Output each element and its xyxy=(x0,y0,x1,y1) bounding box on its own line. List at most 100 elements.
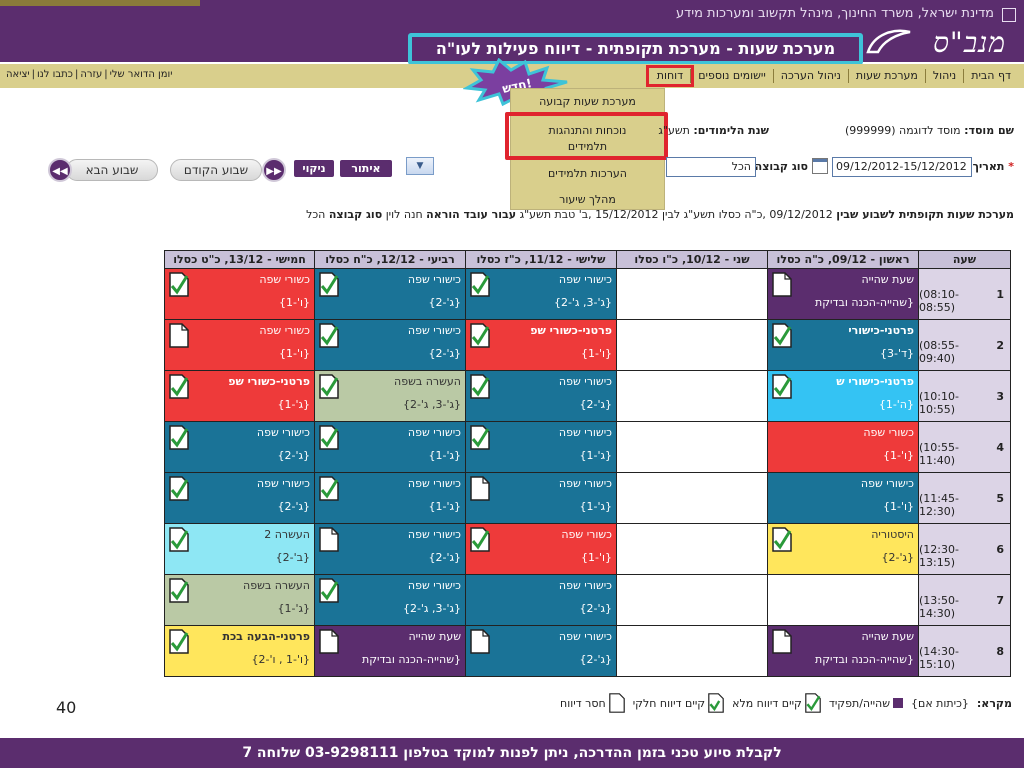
lesson-slot[interactable]: כישורי שפה {ג'-3, ג'-2} xyxy=(465,268,617,320)
empty-slot[interactable] xyxy=(616,268,768,320)
lesson-slot[interactable]: כישורי שפה {ג'-2} xyxy=(465,574,617,626)
lesson-slot[interactable]: כישורי שפה {ג'-3, ג'-2} xyxy=(314,574,466,626)
dropdown-item-lesson-flow[interactable]: מהלך שיעור xyxy=(511,193,664,206)
report-missing-icon[interactable] xyxy=(319,629,339,654)
lesson-class: {ג'-2} xyxy=(428,347,461,360)
report-missing-icon[interactable] xyxy=(470,476,490,501)
lesson-slot[interactable]: פרטני-כישורי {ד'-3} xyxy=(767,319,919,371)
report-complete-icon[interactable] xyxy=(470,527,490,552)
lesson-slot[interactable]: כשורי שפה {ו'-1} xyxy=(164,319,315,371)
partial-report-icon xyxy=(708,693,724,713)
group-type-input[interactable]: הכל xyxy=(666,157,756,177)
report-complete-icon[interactable] xyxy=(169,476,189,501)
report-complete-icon[interactable] xyxy=(772,374,792,399)
lesson-subject: פרטני-כשורי שפ xyxy=(228,375,310,388)
lesson-slot[interactable]: כישורי שפה {ג'-2} xyxy=(164,421,315,473)
report-missing-icon[interactable] xyxy=(772,272,792,297)
report-complete-icon[interactable] xyxy=(169,374,189,399)
link-mailbox[interactable]: יומן הדואר שלי xyxy=(108,69,175,80)
lesson-slot[interactable]: כישורי שפה {ג'-2} xyxy=(465,625,617,677)
year-label: שנת הלימודים: xyxy=(693,124,769,137)
table-row: 3 (10:10-10:55) פרטני-כישורי ש {ה'-1} כישורי… xyxy=(164,370,1011,422)
lesson-slot[interactable]: העשרה 2 {ב'-2} xyxy=(164,523,315,575)
nav-management[interactable]: ניהול xyxy=(924,69,963,83)
report-complete-icon[interactable] xyxy=(470,425,490,450)
search-button[interactable]: איתור xyxy=(340,160,392,177)
chevron-down-icon[interactable]: ▼ xyxy=(406,157,434,175)
next-week-button[interactable]: שבוע הבא xyxy=(66,159,158,181)
lesson-slot[interactable]: פרטני-כשורי שפ {ג'-1} xyxy=(164,370,315,422)
lesson-slot[interactable]: כישורי שפה {ג'-1} xyxy=(465,421,617,473)
nav-assessment[interactable]: ניהול הערכה xyxy=(772,69,848,83)
empty-slot[interactable] xyxy=(616,523,768,575)
report-complete-icon[interactable] xyxy=(319,425,339,450)
report-complete-icon[interactable] xyxy=(319,272,339,297)
lesson-slot[interactable]: העשרה בשפה {ג'-1} xyxy=(164,574,315,626)
report-complete-icon[interactable] xyxy=(772,527,792,552)
prev-week-button[interactable]: שבוע הקודם xyxy=(170,159,262,181)
calendar-icon[interactable] xyxy=(812,158,828,174)
report-missing-icon[interactable] xyxy=(319,527,339,552)
lesson-slot[interactable]: כישורי שפה {ג'-2} xyxy=(314,319,466,371)
reset-button[interactable]: ניקוי xyxy=(294,160,334,177)
report-missing-icon[interactable] xyxy=(470,629,490,654)
report-complete-icon[interactable] xyxy=(169,425,189,450)
nav-home[interactable]: דף הבית xyxy=(963,69,1018,83)
report-complete-icon[interactable] xyxy=(319,374,339,399)
report-complete-icon[interactable] xyxy=(319,323,339,348)
nav-reports[interactable]: דוחות xyxy=(645,65,695,87)
lesson-slot[interactable]: כשורי שפה {ו'-1} xyxy=(465,523,617,575)
lesson-slot[interactable]: כשורי שפה {ו'-1} xyxy=(767,421,919,473)
report-complete-icon[interactable] xyxy=(772,323,792,348)
report-complete-icon[interactable] xyxy=(470,374,490,399)
date-range-input[interactable]: 09/12/2012-15/12/2012 xyxy=(832,157,972,177)
report-missing-icon[interactable] xyxy=(772,629,792,654)
empty-slot[interactable] xyxy=(616,625,768,677)
empty-slot[interactable] xyxy=(616,370,768,422)
dropdown-item-fixed-timetable[interactable]: מערכת שעות קבועה xyxy=(511,95,664,108)
report-complete-icon[interactable] xyxy=(169,272,189,297)
hour-cell: 3 (10:10-10:55) xyxy=(918,370,1011,422)
link-logout[interactable]: יציאה xyxy=(4,69,32,80)
lesson-slot[interactable]: פרטני-הבעה בכת {ו'-1 , ו'-2} xyxy=(164,625,315,677)
lesson-slot[interactable]: פרטני-כשורי שפ {ו'-1} xyxy=(465,319,617,371)
lesson-slot[interactable]: כישורי שפה {ג'-2} xyxy=(314,523,466,575)
report-complete-icon[interactable] xyxy=(169,629,189,654)
report-complete-icon[interactable] xyxy=(169,578,189,603)
lesson-slot[interactable]: כישורי שפה {ג'-1} xyxy=(465,472,617,524)
lesson-subject: כישורי שפה xyxy=(558,273,612,286)
lesson-slot[interactable]: כשורי שפה {ו'-1} xyxy=(164,268,315,320)
report-complete-icon[interactable] xyxy=(169,527,189,552)
lesson-slot[interactable]: שעת שהייה {שהייה-הכנה ובדיקת xyxy=(767,625,919,677)
empty-slot[interactable] xyxy=(616,319,768,371)
empty-slot[interactable] xyxy=(616,421,768,473)
lesson-slot[interactable]: כישורי שפה {ג'-2} xyxy=(465,370,617,422)
lesson-slot[interactable]: כישורי שפה {ו'-1} xyxy=(767,472,919,524)
lesson-slot[interactable]: היסטוריה {ג'-2} xyxy=(767,523,919,575)
lesson-slot[interactable]: פרטני-כישורי ש {ה'-1} xyxy=(767,370,919,422)
nav-more-apps[interactable]: יישומים נוספים xyxy=(690,69,773,83)
hour-number: 1 xyxy=(996,288,1004,301)
lesson-slot[interactable]: כישורי שפה {ג'-2} xyxy=(164,472,315,524)
nav-timetable[interactable]: מערכת שעות xyxy=(847,69,925,83)
report-complete-icon[interactable] xyxy=(470,272,490,297)
empty-slot[interactable] xyxy=(616,472,768,524)
report-missing-icon[interactable] xyxy=(169,323,189,348)
link-contact[interactable]: כתבו לנו xyxy=(35,69,75,80)
report-complete-icon[interactable] xyxy=(470,323,490,348)
empty-slot[interactable] xyxy=(616,574,768,626)
report-complete-icon[interactable] xyxy=(319,476,339,501)
lesson-class: {ג'-1} xyxy=(277,602,310,615)
lesson-slot[interactable]: העשרה בשפה {ג'-3, ג'-2} xyxy=(314,370,466,422)
lesson-slot[interactable]: שעת שהייה {שהייה-הכנה ובדיקת xyxy=(767,268,919,320)
lesson-slot[interactable]: כישורי שפה {ג'-2} xyxy=(314,268,466,320)
lesson-slot[interactable]: כישורי שפה {ג'-1} xyxy=(314,421,466,473)
lesson-slot[interactable]: שעת שהייה {שהייה-הכנה ובדיקת xyxy=(314,625,466,677)
empty-slot[interactable] xyxy=(767,574,919,626)
back-arrow-icon[interactable]: ◀◀ xyxy=(48,158,72,182)
link-help[interactable]: עזרה xyxy=(78,69,104,80)
next-arrow-icon[interactable]: ▶▶ xyxy=(262,158,286,182)
report-complete-icon[interactable] xyxy=(319,578,339,603)
date-label: * תאריך: xyxy=(968,160,1014,173)
lesson-slot[interactable]: כישורי שפה {ג'-1} xyxy=(314,472,466,524)
